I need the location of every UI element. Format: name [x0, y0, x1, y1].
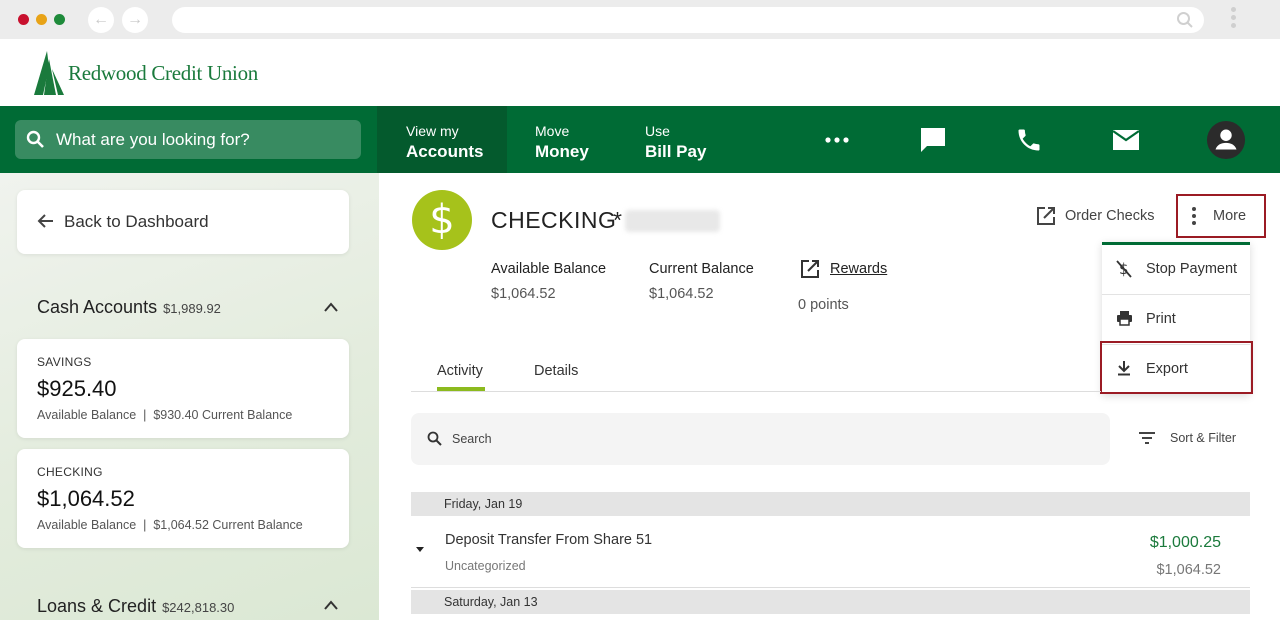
- tab-move-money[interactable]: Move Money: [507, 106, 617, 173]
- tab-move-money-small: Move: [535, 123, 570, 139]
- phone-icon[interactable]: [1009, 120, 1049, 160]
- external-link-icon[interactable]: [800, 259, 820, 279]
- active-tab-indicator: [437, 387, 485, 391]
- tab-details[interactable]: Details: [534, 363, 578, 379]
- caret-down-icon[interactable]: [416, 547, 424, 552]
- global-search-input[interactable]: What are you looking for?: [15, 120, 361, 159]
- tab-view-accounts[interactable]: View my Accounts: [377, 106, 507, 173]
- available-balance-value: $1,064.52: [491, 286, 556, 302]
- account-amount: $925.40: [37, 376, 117, 401]
- mail-icon[interactable]: [1106, 120, 1146, 160]
- back-to-dashboard-label: Back to Dashboard: [64, 212, 209, 231]
- tab-view-accounts-big: Accounts: [406, 142, 484, 161]
- cash-accounts-heading[interactable]: Cash Accounts $1,989.92: [37, 297, 221, 318]
- more-options-icon[interactable]: [817, 120, 857, 160]
- chat-icon[interactable]: [913, 120, 953, 160]
- transaction-search-input[interactable]: Search: [411, 413, 1110, 465]
- loans-credit-title: Loans & Credit: [37, 596, 157, 616]
- separator: |: [143, 518, 147, 532]
- transaction-running-balance: $1,064.52: [1156, 562, 1221, 578]
- sort-filter-button[interactable]: Sort & Filter: [1170, 431, 1236, 445]
- account-type: SAVINGS: [37, 355, 92, 369]
- maximize-window-dot[interactable]: [54, 14, 65, 25]
- order-checks-button[interactable]: Order Checks: [1065, 208, 1154, 224]
- more-button[interactable]: More: [1176, 194, 1266, 238]
- arrow-left-icon: [37, 214, 53, 228]
- export-highlight-box: [1100, 341, 1253, 394]
- available-label: Available Balance: [37, 408, 137, 422]
- vertical-dots-icon: [1192, 207, 1196, 228]
- site-header: Redwood Credit Union: [0, 39, 1280, 106]
- account-detail: $ CHECKING * Available Balance $1,064.52…: [379, 173, 1280, 620]
- back-to-dashboard-button[interactable]: Back to Dashboard: [17, 190, 349, 254]
- account-balance-line: Available Balance | $1,064.52 Current Ba…: [37, 518, 303, 532]
- browser-forward-icon[interactable]: →: [122, 7, 148, 33]
- search-placeholder: What are you looking for?: [56, 130, 250, 149]
- tab-view-accounts-small: View my: [406, 123, 459, 139]
- menu-item-print[interactable]: Print: [1102, 295, 1250, 344]
- tab-move-money-big: Money: [535, 142, 589, 161]
- transaction-amount: $1,000.25: [1149, 534, 1221, 551]
- filter-icon[interactable]: [1138, 431, 1156, 445]
- loans-credit-heading[interactable]: Loans & Credit $242,818.30: [37, 596, 234, 617]
- search-icon: [427, 431, 442, 446]
- separator: |: [143, 408, 147, 422]
- current-balance: $1,064.52 Current Balance: [153, 518, 303, 532]
- tab-bill-pay-small: Use: [645, 123, 670, 139]
- current-balance-value: $1,064.52: [649, 286, 714, 302]
- top-navigation: What are you looking for? View my Accoun…: [0, 106, 1280, 173]
- browser-menu-icon[interactable]: [1227, 7, 1239, 33]
- chevron-up-icon[interactable]: [323, 599, 339, 611]
- search-icon: [26, 130, 44, 148]
- transaction-row[interactable]: Deposit Transfer From Share 51 Uncategor…: [411, 516, 1250, 588]
- browser-chrome: ← →: [0, 0, 1280, 39]
- stop-payment-icon: $: [1116, 260, 1132, 278]
- menu-item-label: Print: [1146, 311, 1176, 327]
- redwood-logo-icon[interactable]: [34, 51, 64, 97]
- date-group-header: Saturday, Jan 13: [411, 590, 1250, 614]
- savings-account-card[interactable]: SAVINGS $925.40 Available Balance | $930…: [17, 339, 349, 438]
- cash-accounts-total: $1,989.92: [163, 301, 221, 316]
- external-link-icon[interactable]: [1036, 206, 1056, 226]
- transaction-search-placeholder: Search: [452, 432, 492, 446]
- date-group-label: Saturday, Jan 13: [444, 595, 538, 609]
- account-number-mask: *: [613, 207, 622, 233]
- minimize-window-dot[interactable]: [36, 14, 47, 25]
- profile-avatar-icon[interactable]: [1206, 120, 1246, 160]
- printer-icon: [1117, 311, 1132, 326]
- tab-activity[interactable]: Activity: [437, 363, 483, 379]
- tabs-divider: [411, 391, 1101, 392]
- address-bar[interactable]: [172, 7, 1204, 33]
- account-number-blurred: [625, 210, 720, 232]
- tab-bill-pay[interactable]: Use Bill Pay: [617, 106, 737, 173]
- current-balance: $930.40 Current Balance: [153, 408, 293, 422]
- address-search-icon: [1177, 12, 1193, 28]
- account-type: CHECKING: [37, 465, 103, 479]
- accounts-sidebar: Back to Dashboard Cash Accounts $1,989.92…: [0, 173, 379, 620]
- rewards-points: 0 points: [798, 297, 849, 313]
- menu-item-label: Stop Payment: [1146, 261, 1238, 277]
- close-window-dot[interactable]: [18, 14, 29, 25]
- menu-item-stop-payment[interactable]: $ Stop Payment: [1102, 245, 1250, 294]
- chevron-up-icon[interactable]: [323, 301, 339, 313]
- date-group-label: Friday, Jan 19: [444, 497, 523, 511]
- more-label: More: [1213, 208, 1247, 224]
- dollar-icon: $: [412, 190, 472, 250]
- account-title: CHECKING: [491, 207, 617, 233]
- checking-account-card[interactable]: CHECKING $1,064.52 Available Balance | $…: [17, 449, 349, 548]
- account-amount: $1,064.52: [37, 486, 135, 511]
- account-balance-line: Available Balance | $930.40 Current Bala…: [37, 408, 292, 422]
- loans-credit-total: $242,818.30: [162, 600, 235, 615]
- transaction-description: Deposit Transfer From Share 51: [445, 532, 653, 548]
- cash-accounts-title: Cash Accounts: [37, 297, 158, 317]
- browser-back-icon[interactable]: ←: [88, 7, 114, 33]
- available-label: Available Balance: [37, 518, 137, 532]
- tab-bill-pay-big: Bill Pay: [645, 142, 707, 161]
- available-balance-label: Available Balance: [491, 261, 607, 277]
- brand-name[interactable]: Redwood Credit Union: [68, 61, 258, 86]
- transaction-category[interactable]: Uncategorized: [445, 559, 526, 573]
- current-balance-label: Current Balance: [649, 261, 754, 277]
- date-group-header: Friday, Jan 19: [411, 492, 1250, 516]
- rewards-link[interactable]: Rewards: [830, 261, 887, 277]
